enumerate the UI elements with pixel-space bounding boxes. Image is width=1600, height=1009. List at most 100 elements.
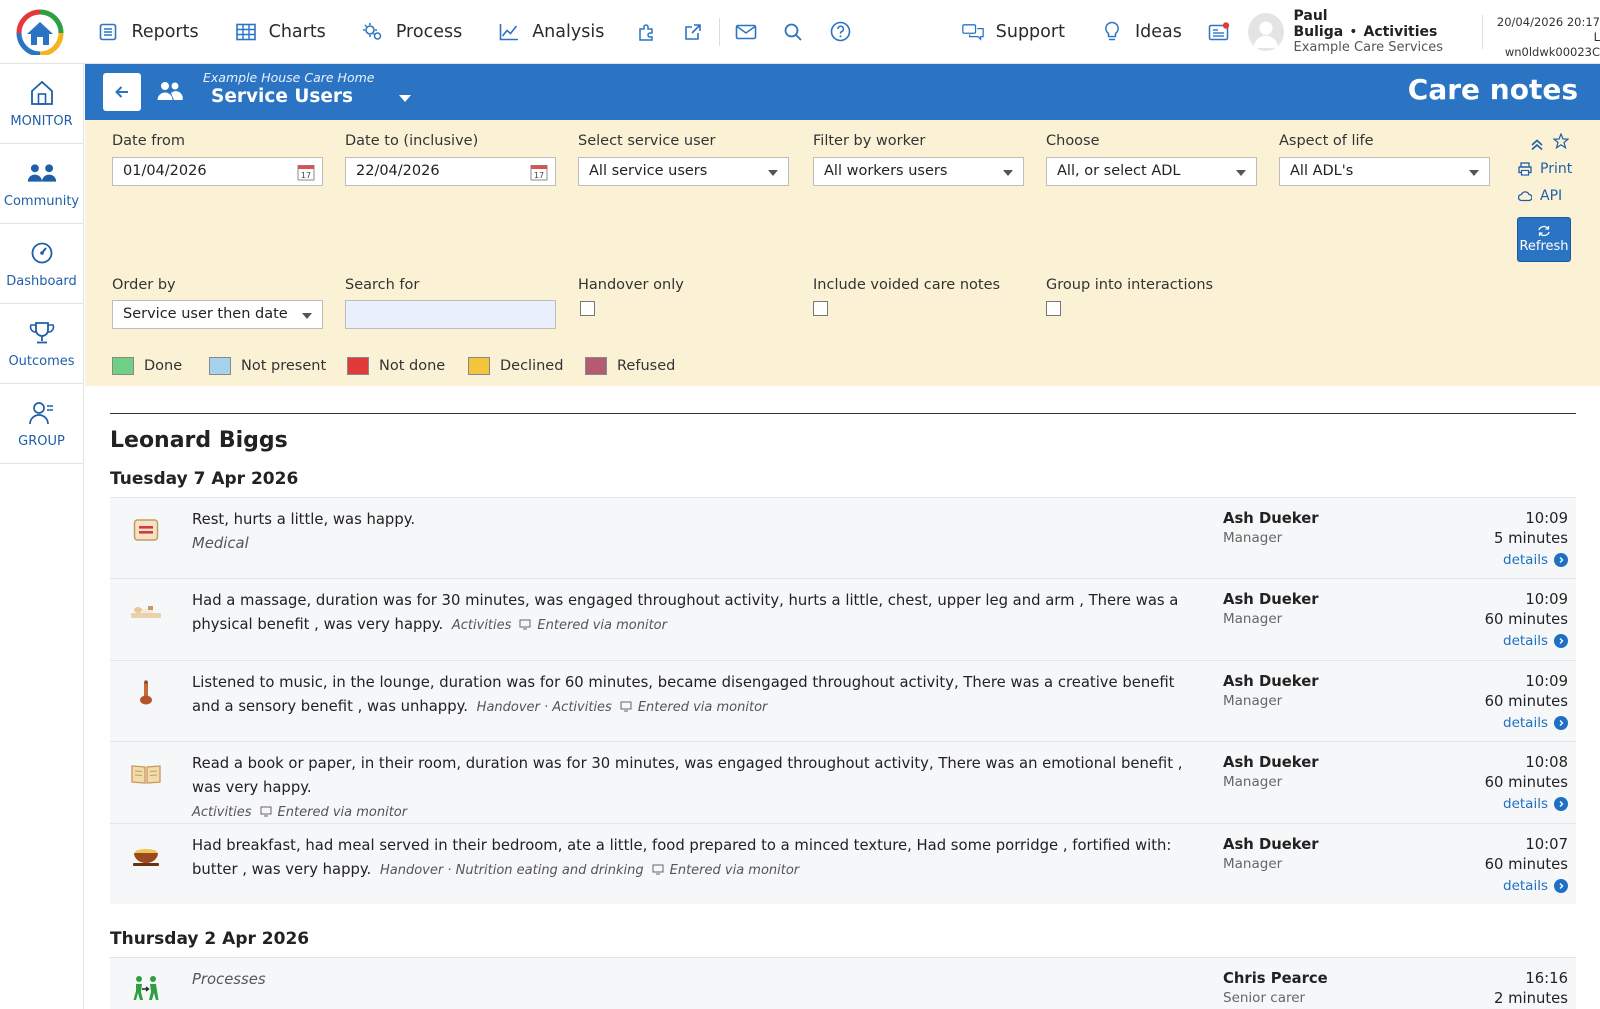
nav-support[interactable]: Support xyxy=(944,0,1083,64)
sidebar-item-outcomes[interactable]: Outcomes xyxy=(0,304,83,384)
care-note-row[interactable]: Read a book or paper, in their room, dur… xyxy=(110,741,1576,823)
sidebar-item-label: GROUP xyxy=(18,434,65,449)
note-duration: 60 minutes xyxy=(1484,693,1568,710)
date-to-field[interactable]: 22/04/2026 17 xyxy=(345,157,556,186)
star-icon[interactable] xyxy=(1552,132,1570,153)
sidebar-item-group[interactable]: GROUP xyxy=(0,384,83,464)
refresh-button[interactable]: Refresh xyxy=(1517,217,1571,262)
handover-checkbox[interactable] xyxy=(580,301,595,316)
note-category: Processes xyxy=(192,971,266,988)
note-description: Rest, hurts a little, was happy. xyxy=(192,511,416,528)
care-note-row[interactable]: Rest, hurts a little, was happy. Medical… xyxy=(110,497,1576,578)
chevron-down-icon[interactable] xyxy=(399,95,411,102)
aspect-of-life-select[interactable]: All ADL's xyxy=(1279,157,1490,186)
session-code: wn0ldwk00023C xyxy=(1504,44,1600,59)
top-bar: Reports Charts Process Analysis Support … xyxy=(0,0,1600,64)
print-label: Print xyxy=(1540,161,1573,177)
care-note-row[interactable]: Had breakfast, had meal served in their … xyxy=(110,823,1576,904)
note-text: Processes xyxy=(192,968,1202,992)
user-menu[interactable]: Paul Buliga • Activities Example Care Serv… xyxy=(1247,0,1466,64)
care-note-row[interactable]: Processes Chris Pearce Senior carer 16:1… xyxy=(110,957,1576,1009)
legend-label: Not done xyxy=(379,358,446,374)
order-by-label: Order by xyxy=(112,277,176,293)
session-datetime: 20/04/2026 20:17 L xyxy=(1496,14,1600,44)
massage-icon xyxy=(130,597,162,625)
external-link-icon[interactable] xyxy=(670,0,717,64)
note-time: 10:09 xyxy=(1525,673,1568,690)
session-info: 20/04/2026 20:17 L wn0ldwk00023C xyxy=(1481,14,1600,59)
handover-label: Handover only xyxy=(578,277,684,293)
voided-checkbox[interactable] xyxy=(813,301,828,316)
app-logo[interactable] xyxy=(0,0,79,64)
worker-name: Ash Dueker xyxy=(1223,510,1319,527)
back-button[interactable] xyxy=(103,73,141,111)
note-tags: Activities xyxy=(192,805,252,820)
note-source: Entered via monitor xyxy=(537,618,667,633)
service-user-select[interactable]: All service users xyxy=(578,157,789,186)
note-text: Had breakfast, had meal served in their … xyxy=(192,834,1202,884)
note-tags: Handover · Nutrition eating and drinking xyxy=(379,863,644,878)
note-tags: Activities xyxy=(451,618,512,633)
note-source: Entered via monitor xyxy=(277,805,408,820)
care-note-row[interactable]: Listened to music, in the lounge, durati… xyxy=(110,660,1576,741)
search-icon[interactable] xyxy=(769,0,816,64)
chat-icon xyxy=(961,21,984,43)
puzzle-icon[interactable] xyxy=(622,0,669,64)
details-link[interactable]: details xyxy=(1503,715,1568,731)
print-link[interactable]: Print xyxy=(1518,161,1572,177)
nav-reports[interactable]: Reports xyxy=(79,0,216,64)
lightbulb-icon xyxy=(1101,21,1123,43)
legend-done: Done xyxy=(112,357,182,375)
service-user-name: Leonard Biggs xyxy=(110,428,288,453)
date-from-value: 01/04/2026 xyxy=(123,163,207,179)
help-icon[interactable] xyxy=(816,0,863,64)
sidebar-item-label: Dashboard xyxy=(6,274,77,289)
search-input[interactable] xyxy=(345,300,556,329)
note-meta: Handover · Activities Entered via monitor xyxy=(477,700,768,715)
details-label: details xyxy=(1503,878,1548,894)
care-note-row[interactable]: Had a massage, duration was for 30 minut… xyxy=(110,578,1576,660)
api-link[interactable]: API xyxy=(1518,188,1562,204)
worker-select[interactable]: All workers users xyxy=(813,157,1024,186)
nav-process[interactable]: Process xyxy=(344,0,480,64)
note-meta: Activities Entered via monitor xyxy=(192,805,407,820)
details-link[interactable]: details xyxy=(1503,796,1568,812)
date-from-field[interactable]: 01/04/2026 17 xyxy=(112,157,323,186)
note-time: 10:08 xyxy=(1525,754,1568,771)
user-separator: • xyxy=(1349,23,1358,40)
note-description: Read a book or paper, in their room, dur… xyxy=(192,755,1183,796)
note-duration: 2 minutes xyxy=(1493,990,1568,1007)
worker-name: Ash Dueker xyxy=(1223,673,1319,690)
details-link[interactable]: details xyxy=(1503,633,1568,649)
book-icon xyxy=(130,760,162,788)
sidebar-item-community[interactable]: Community xyxy=(0,144,83,224)
details-link[interactable]: details xyxy=(1503,552,1568,568)
calendar-day: 17 xyxy=(301,171,311,180)
calendar-day: 17 xyxy=(534,171,544,180)
nav-ideas[interactable]: Ideas xyxy=(1083,0,1200,64)
collapse-icon[interactable] xyxy=(1530,136,1544,155)
calendar-icon[interactable]: 17 xyxy=(297,163,315,185)
day-heading: Thursday 2 Apr 2026 xyxy=(110,929,310,949)
sidebar-item-label: Community xyxy=(3,194,80,209)
details-link[interactable]: details xyxy=(1503,878,1568,894)
note-duration: 5 minutes xyxy=(1493,530,1568,547)
group-interactions-checkbox[interactable] xyxy=(1046,301,1061,316)
adl-choose-select[interactable]: All, or select ADL xyxy=(1046,157,1257,186)
order-by-select[interactable]: Service user then date xyxy=(112,300,323,329)
chevron-right-icon xyxy=(1554,716,1568,730)
legend-swatch xyxy=(209,357,231,375)
nav-support-label: Support xyxy=(995,21,1065,42)
service-users-selector[interactable]: Service Users xyxy=(211,86,353,107)
group-icon xyxy=(27,398,57,428)
calendar-icon[interactable]: 17 xyxy=(530,163,548,185)
sidebar-item-dashboard[interactable]: Dashboard xyxy=(0,224,83,304)
print-icon xyxy=(1518,162,1532,176)
nav-analysis[interactable]: Analysis xyxy=(480,0,622,64)
sidebar-item-monitor[interactable]: MONITOR xyxy=(0,64,83,144)
mail-icon[interactable] xyxy=(722,0,769,64)
nav-charts[interactable]: Charts xyxy=(217,0,344,64)
news-icon[interactable] xyxy=(1200,0,1238,64)
worker-role: Manager xyxy=(1223,774,1283,790)
sidebar: MONITOR Community Dashboard Outcomes GRO… xyxy=(0,64,84,1009)
